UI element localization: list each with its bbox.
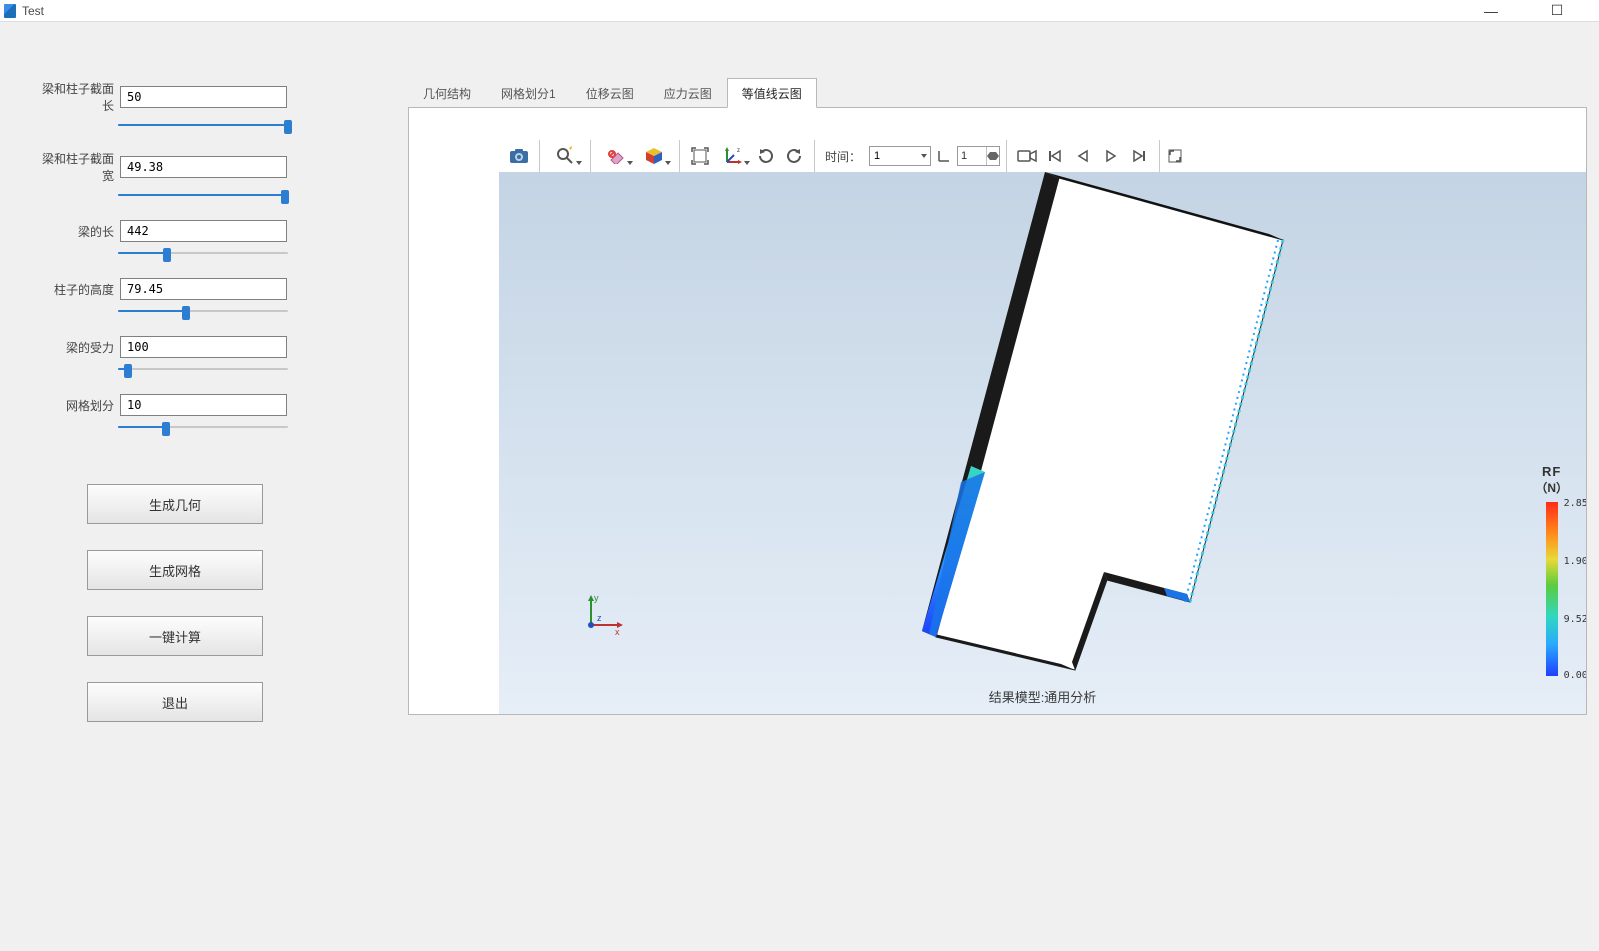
svg-text:z: z — [737, 148, 740, 154]
exit-button[interactable]: 退出 — [87, 682, 263, 722]
screenshot-icon[interactable] — [505, 142, 533, 170]
legend-subtitle: （N） — [1535, 479, 1568, 496]
param-slider-mesh[interactable] — [118, 420, 288, 434]
param-input-section-width[interactable] — [120, 156, 287, 178]
rotate-ccw-icon[interactable] — [752, 142, 780, 170]
minimize-button[interactable]: — — [1471, 3, 1511, 19]
maximize-button[interactable]: ☐ — [1537, 2, 1577, 19]
param-input-section-length[interactable] — [120, 86, 287, 108]
svg-text:x: x — [615, 627, 620, 635]
result-tabs: 几何结构 网格划分1 位移云图 应力云图 等值线云图 — [408, 78, 1587, 108]
eraser-icon[interactable] — [597, 142, 635, 170]
viewer-frame: z 时间： — [408, 107, 1587, 715]
svg-text:z: z — [597, 613, 602, 623]
play-icon[interactable] — [1097, 142, 1125, 170]
viewport-3d[interactable]: y x z RF （N） 2.857e-01 1.905e-01 9.523e-… — [499, 172, 1586, 714]
generate-mesh-button[interactable]: 生成网格 — [87, 550, 263, 590]
param-input-beam-force[interactable] — [120, 336, 287, 358]
param-label-beam-length: 梁的长 — [40, 223, 114, 240]
tab-mesh[interactable]: 网格划分1 — [486, 78, 571, 108]
window-controls: — ☐ — [1471, 2, 1595, 19]
zoom-icon[interactable] — [546, 142, 584, 170]
expand-icon[interactable] — [1166, 142, 1184, 170]
param-slider-section-width[interactable] — [118, 188, 288, 202]
rotate-cw-icon[interactable] — [780, 142, 808, 170]
color-legend: RF （N） 2.857e-01 1.905e-01 9.523e-02 0.0… — [1535, 464, 1568, 676]
skip-start-icon[interactable] — [1041, 142, 1069, 170]
cube-color-icon[interactable] — [635, 142, 673, 170]
axis-triad-icon: y x z — [581, 591, 625, 635]
play-back-icon[interactable] — [1069, 142, 1097, 170]
tab-geometry[interactable]: 几何结构 — [408, 78, 486, 108]
tab-displacement[interactable]: 位移云图 — [571, 78, 649, 108]
param-input-col-height[interactable] — [120, 278, 287, 300]
legend-title: RF — [1535, 464, 1568, 479]
time-label: 时间： — [821, 148, 865, 165]
model-geometry — [709, 172, 1299, 682]
viewer-toolbar: z 时间： — [499, 138, 1586, 174]
svg-text:y: y — [594, 593, 599, 603]
param-slider-beam-length[interactable] — [118, 246, 288, 260]
param-label-section-length: 梁和柱子截面长 — [40, 80, 114, 114]
time-select[interactable] — [869, 146, 931, 166]
window-title: Test — [22, 4, 44, 18]
skip-end-icon[interactable] — [1125, 142, 1153, 170]
app-icon — [4, 4, 16, 18]
param-label-section-width: 梁和柱子截面宽 — [40, 150, 114, 184]
param-slider-section-length[interactable] — [118, 118, 288, 132]
parameter-panel: 梁和柱子截面长 梁和柱子截面宽 梁的长 柱子的高度 梁的受力 — [0, 22, 340, 951]
legend-tick-3: 0.000e+00 — [1564, 670, 1586, 681]
main-area: 几何结构 网格划分1 位移云图 应力云图 等值线云图 — [340, 22, 1599, 951]
param-input-beam-length[interactable] — [120, 220, 287, 242]
param-label-col-height: 柱子的高度 — [40, 281, 114, 298]
result-caption: 结果模型:通用分析 — [499, 687, 1586, 706]
param-slider-beam-force[interactable] — [118, 362, 288, 376]
param-slider-col-height[interactable] — [118, 304, 288, 318]
compute-button[interactable]: 一键计算 — [87, 616, 263, 656]
axes-icon[interactable]: z — [714, 142, 752, 170]
generate-geometry-button[interactable]: 生成几何 — [87, 484, 263, 524]
legend-tick-0: 2.857e-01 — [1564, 498, 1586, 509]
legend-tick-1: 1.905e-01 — [1564, 556, 1586, 567]
record-icon[interactable] — [1013, 142, 1041, 170]
frame-spinner[interactable]: 1 — [957, 146, 1000, 166]
legend-bar: 2.857e-01 1.905e-01 9.523e-02 0.000e+00 — [1546, 502, 1558, 676]
param-input-mesh[interactable] — [120, 394, 287, 416]
fit-view-icon[interactable] — [686, 142, 714, 170]
legend-tick-2: 9.523e-02 — [1564, 614, 1586, 625]
tab-stress[interactable]: 应力云图 — [649, 78, 727, 108]
param-label-beam-force: 梁的受力 — [40, 339, 114, 356]
frame-value: 1 — [958, 150, 986, 162]
param-label-mesh: 网格划分 — [40, 397, 114, 414]
title-bar: Test — ☐ — [0, 0, 1599, 22]
angle-icon[interactable] — [935, 142, 953, 170]
tab-contour[interactable]: 等值线云图 — [727, 78, 817, 108]
